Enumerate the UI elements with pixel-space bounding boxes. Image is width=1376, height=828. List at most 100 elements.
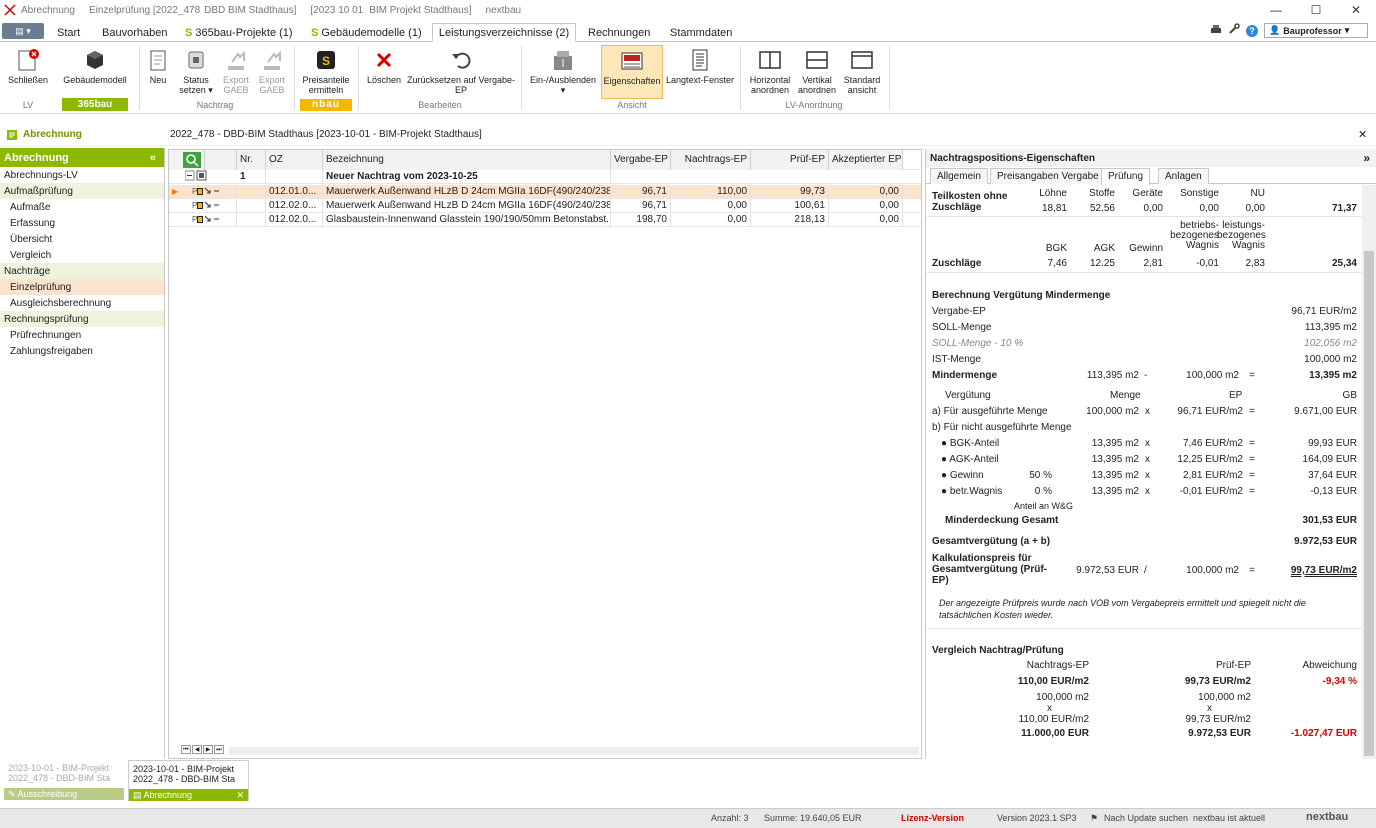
- expand-toggle-icon[interactable]: [169, 170, 237, 184]
- tab-bauvorhaben[interactable]: Bauvorhaben: [94, 23, 175, 42]
- doc-tab-line: 2022_478 - DBD-BIM Sta: [133, 774, 236, 784]
- part-label: ● BGK-Anteil: [941, 438, 1000, 449]
- col-bezeichnung[interactable]: Bezeichnung: [323, 150, 611, 170]
- user-dropdown[interactable]: 👤 Bauprofessor ▾: [1264, 23, 1368, 38]
- anteil-label: Anteil an W&G: [1014, 501, 1074, 511]
- cmp-pruef: 99,73 EUR/m2: [1184, 676, 1251, 687]
- window-title-3: DBD BIM Stadthaus]: [204, 4, 297, 16]
- wrench-icon[interactable]: [1228, 23, 1240, 38]
- maximize-button[interactable]: ☐: [1296, 0, 1336, 20]
- export-gaeb-button-2[interactable]: Export GAEB: [255, 48, 289, 95]
- expand-panel-button[interactable]: »: [1363, 151, 1370, 165]
- table-row[interactable]: ▶ P 012.01.0... Mauerwerk Außenwand HLzB D …: [169, 185, 921, 199]
- reset-button[interactable]: Zurücksetzen auf Vergabe-EP: [405, 48, 517, 95]
- horizontal-button[interactable]: Horizontal anordnen: [746, 48, 794, 95]
- building-model-button[interactable]: Gebäudemodell: [62, 48, 128, 85]
- export-gaeb-button[interactable]: Export GAEB: [219, 48, 253, 95]
- col-pruef-ep[interactable]: Prüf-EP: [751, 150, 829, 170]
- last-page-button[interactable]: ⏭: [214, 745, 224, 754]
- cmp-ep: 99,73 EUR/m2: [1185, 714, 1251, 725]
- nbau-badge: nbau: [300, 99, 352, 111]
- sidebar-item[interactable]: Aufmaße: [0, 199, 164, 215]
- close-window-button[interactable]: ✕: [1336, 0, 1376, 20]
- update-button[interactable]: Nach Update suchen: [1104, 813, 1188, 823]
- minimize-button[interactable]: —: [1256, 0, 1296, 20]
- close-view-button[interactable]: ✕: [1358, 128, 1367, 141]
- sidebar-item[interactable]: Aufmaßprüfung: [0, 183, 164, 199]
- cmp-header: Nachtrags-EP: [1026, 660, 1089, 671]
- close-button[interactable]: Schließen: [6, 48, 50, 85]
- tab-allgemein[interactable]: Allgemein: [930, 168, 988, 184]
- sidebar-item[interactable]: Erfassung: [0, 215, 164, 231]
- vertical-button[interactable]: Vertikal anordnen: [796, 48, 838, 95]
- col-vergabe-ep[interactable]: Vergabe-EP: [611, 150, 671, 170]
- table-row[interactable]: P 012.02.0... Mauerwerk Außenwand HLzB D 2…: [169, 199, 921, 213]
- gesamt-value: 9.972,53 EUR: [1294, 536, 1357, 547]
- collapse-sidebar-button[interactable]: «: [150, 152, 156, 164]
- show-hide-button[interactable]: Ein-/Ausblenden ▾: [528, 48, 598, 95]
- sidebar-item[interactable]: Vergleich: [0, 247, 164, 263]
- tk-header: Sonstige: [1180, 188, 1219, 199]
- grid-search-icon[interactable]: [169, 150, 205, 170]
- sidebar-item[interactable]: Einzelprüfung: [0, 279, 164, 295]
- tab-pruefung[interactable]: Prüfung: [1101, 168, 1151, 185]
- price-shares-button[interactable]: S Preisanteile ermitteln: [300, 48, 352, 95]
- sidebar-item[interactable]: Nachträge: [0, 263, 164, 279]
- tk-sum: 71,37: [1331, 203, 1357, 214]
- col-nachtrags-ep[interactable]: Nachtrags-EP: [671, 150, 751, 170]
- col-oz[interactable]: OZ: [266, 150, 323, 170]
- doc-tab-ausschreibung[interactable]: 2023-10-01 - BIM-Projekt 2022_478 - DBD-…: [4, 763, 124, 801]
- cmp-header: Prüf-EP: [1215, 660, 1251, 671]
- title-bar: Abrechnung Einzelprüfung [2022_478 DBD B…: [0, 0, 1376, 20]
- tab-gebaeudemodelle[interactable]: S Gebäudemodelle (1): [303, 23, 430, 42]
- properties-button[interactable]: Eigenschaften: [601, 45, 663, 99]
- doc-tab-line: 2023-10-01 - BIM-Projekt: [133, 764, 235, 774]
- standard-view-button[interactable]: Standard ansicht: [841, 48, 883, 95]
- scroll-thumb[interactable]: [1364, 251, 1374, 756]
- sidebar-item[interactable]: Abrechnungs-LV: [0, 167, 164, 183]
- tab-start[interactable]: Start: [49, 23, 88, 42]
- panel-scrollbar[interactable]: [1362, 185, 1376, 759]
- window-icon: [850, 48, 874, 72]
- window-title-6: nextbau: [485, 4, 522, 16]
- part-label: ● betr.Wagnis: [941, 486, 1003, 497]
- equals-sign: =: [1249, 406, 1255, 417]
- part-gb: 164,09 EUR: [1302, 454, 1357, 465]
- first-page-button[interactable]: ⏮: [181, 745, 191, 754]
- print-icon[interactable]: [1210, 24, 1222, 38]
- col-akzeptierter-ep[interactable]: Akzeptierter EP: [829, 150, 903, 170]
- prev-page-button[interactable]: ◀: [192, 745, 202, 754]
- cmp-menge: 100,000 m2: [1198, 692, 1251, 703]
- ribbon-separator: [358, 46, 359, 110]
- group-label-bearbeiten: Bearbeiten: [418, 100, 462, 110]
- sidebar-item[interactable]: Prüfrechnungen: [0, 327, 164, 343]
- help-icon[interactable]: ?: [1246, 24, 1258, 37]
- tab-anlagen[interactable]: Anlagen: [1158, 168, 1209, 184]
- tk-value: 0,00: [1199, 203, 1219, 214]
- group-row[interactable]: 1 Neuer Nachtrag vom 2023-10-25: [169, 170, 921, 184]
- sidebar-item[interactable]: Zahlungsfreigaben: [0, 343, 164, 359]
- longtext-button[interactable]: Langtext-Fenster: [665, 48, 735, 85]
- tab-leistungsverzeichnisse[interactable]: Leistungsverzeichnisse (2): [432, 23, 576, 42]
- horizontal-scrollbar[interactable]: [229, 747, 919, 755]
- delete-button[interactable]: Löschen: [364, 48, 404, 85]
- divider: [927, 216, 1362, 217]
- doc-tab-line: 2023-10-01 - BIM-Projekt: [8, 763, 110, 773]
- update-flag-icon[interactable]: ⚑: [1090, 813, 1098, 824]
- sidebar-item[interactable]: Übersicht: [0, 231, 164, 247]
- tab-stammdaten[interactable]: Stammdaten: [662, 23, 740, 42]
- file-menu-button[interactable]: ▤ ▾: [2, 23, 44, 39]
- sidebar-item[interactable]: Rechnungsprüfung: [0, 311, 164, 327]
- tab-rechnungen[interactable]: Rechnungen: [580, 23, 658, 42]
- show-hide-icon: [551, 48, 575, 72]
- col-nr[interactable]: Nr.: [237, 150, 266, 170]
- new-button[interactable]: Neu: [144, 48, 172, 85]
- status-set-button[interactable]: Status setzen ▾: [176, 48, 216, 95]
- tab-365bau-projekte[interactable]: S 365bau-Projekte (1): [177, 23, 301, 42]
- close-tab-button[interactable]: ✕: [236, 789, 244, 801]
- sidebar-item[interactable]: Ausgleichsberechnung: [0, 295, 164, 311]
- next-page-button[interactable]: ▶: [203, 745, 213, 754]
- tab-preisangaben-vergabe[interactable]: Preisangaben Vergabe: [990, 168, 1106, 184]
- doc-tab-abrechnung[interactable]: 2023-10-01 - BIM-Projekt 2022_478 - DBD-…: [128, 760, 249, 801]
- table-row[interactable]: P 012.02.0... Glasbaustein-Innenwand Glass…: [169, 213, 921, 227]
